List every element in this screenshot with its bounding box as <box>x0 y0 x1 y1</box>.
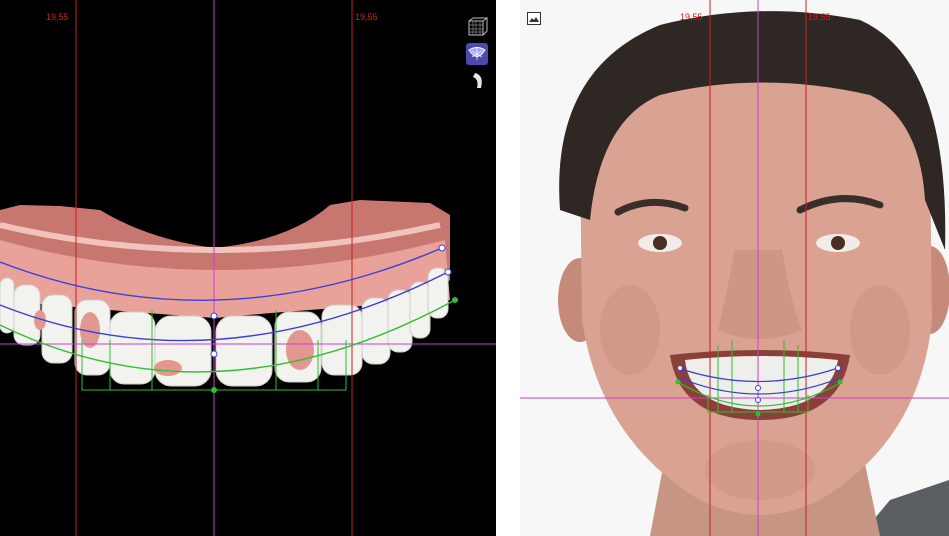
pane-divider[interactable] <box>496 0 520 536</box>
measure-label-left: 19,55 <box>46 12 69 22</box>
photo-measure-label-left: 19,55 <box>680 12 703 22</box>
patient-photo <box>520 0 949 536</box>
photo-measure-label-right: 19,55 <box>808 12 831 22</box>
3d-model-viewport[interactable]: 19,55 19,55 <box>0 0 496 536</box>
mesh-icon[interactable] <box>466 16 488 38</box>
dental-model-scene <box>0 0 496 536</box>
photo-icon[interactable] <box>527 12 541 25</box>
arch-tool-icon[interactable] <box>466 70 488 92</box>
photo-viewport[interactable]: 19,55 19,55 <box>520 0 949 536</box>
left-eye <box>653 236 667 250</box>
right-eye <box>831 236 845 250</box>
measure-label-right: 19,55 <box>355 12 378 22</box>
smile-design-icon[interactable] <box>466 43 488 65</box>
